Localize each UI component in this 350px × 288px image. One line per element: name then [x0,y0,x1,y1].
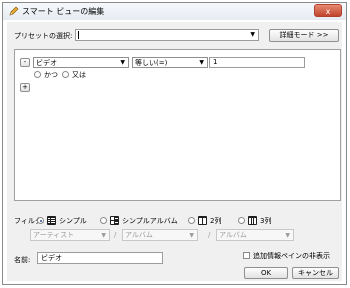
filter-column1-value: アーティスト [33,231,75,239]
ok-button[interactable]: OK [244,267,288,279]
and-radio[interactable] [34,71,41,78]
filter-simple-radio[interactable] [37,217,44,224]
chevron-down-icon: ▼ [285,232,290,239]
chevron-down-icon: ▼ [101,232,106,239]
filter-simple-label: シンプル [59,217,87,225]
add-rule-button[interactable]: + [20,83,30,92]
remove-rule-button[interactable]: - [20,58,30,67]
rule-editor-panel: - ビデオ ▼ 等しい(=) ▼ 1 かつ 又は + [14,49,341,201]
window-title: スマート ビューの編集 [22,7,105,16]
rule-value-input[interactable]: 1 [209,57,305,68]
preset-label: プリセットの選択: [14,32,73,40]
name-input[interactable]: ビデオ [37,252,163,264]
chevron-down-icon: ▼ [120,59,125,66]
filter-column2-select[interactable]: アルバム ▼ [122,229,198,241]
simple-list-icon [47,216,56,225]
edit-smart-view-dialog: スマート ビューの編集 x プリセットの選択: ▼ 詳細モード >> - ビデオ… [2,2,347,285]
text-caret [78,31,79,39]
rule-operator-select[interactable]: 等しい(=) ▼ [132,57,208,68]
filter-simple-album-radio[interactable] [100,217,107,224]
title-bar[interactable]: スマート ビューの編集 x [3,3,346,20]
filter-two-column-label: 2列 [210,217,222,225]
filter-three-column-label: 3列 [260,217,272,225]
filter-column3-value: アルバム [219,231,247,239]
or-label: 又は [72,71,86,79]
pencil-icon [9,6,19,16]
filter-separator: / [208,231,211,239]
preset-combobox[interactable]: ▼ [75,29,259,41]
filter-column3-select[interactable]: アルバム ▼ [216,229,294,241]
filter-three-column-radio[interactable] [238,217,245,224]
rule-field-select[interactable]: ビデオ ▼ [33,57,129,68]
chevron-down-icon: ▼ [189,232,194,239]
rule-field-value: ビデオ [36,59,57,67]
filter-simple-album-label: シンプルアルバム [122,217,178,225]
rule-value: 1 [213,58,218,66]
album-grid-icon [110,216,119,225]
name-value: ビデオ [41,254,62,262]
rule-operator-value: 等しい(=) [135,59,168,67]
chevron-down-icon: ▼ [199,59,204,66]
dialog-body: プリセットの選択: ▼ 詳細モード >> - ビデオ ▼ 等しい(=) ▼ 1 … [7,22,342,281]
cancel-button[interactable]: キャンセル [292,267,339,279]
hide-info-pane-label: 追加情報ペインの非表示 [253,252,330,260]
name-label: 名前: [14,256,31,264]
or-radio[interactable] [62,71,69,78]
three-column-icon [248,216,257,225]
filter-separator: / [114,231,117,239]
filter-column2-value: アルバム [125,231,153,239]
two-column-icon [198,216,207,225]
chevron-down-icon[interactable]: ▼ [250,31,255,38]
hide-info-pane-checkbox[interactable] [243,252,250,259]
detail-mode-button[interactable]: 詳細モード >> [269,29,339,42]
filter-column1-select[interactable]: アーティスト ▼ [30,229,110,241]
and-label: かつ [44,71,58,79]
close-button[interactable]: x [314,4,342,17]
filter-two-column-radio[interactable] [188,217,195,224]
